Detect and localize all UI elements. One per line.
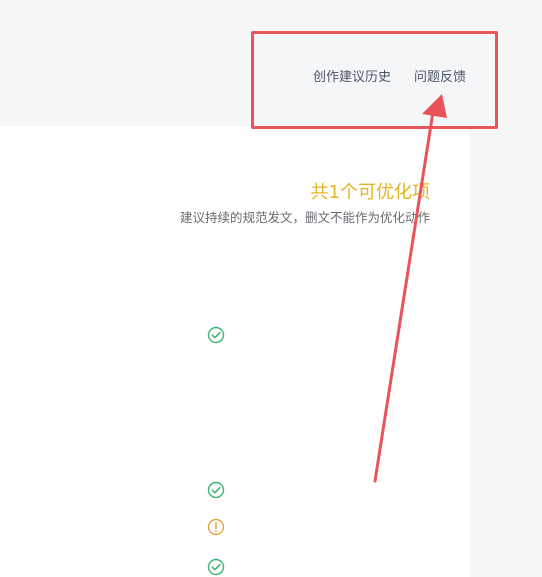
annotation-arrow bbox=[373, 94, 447, 483]
